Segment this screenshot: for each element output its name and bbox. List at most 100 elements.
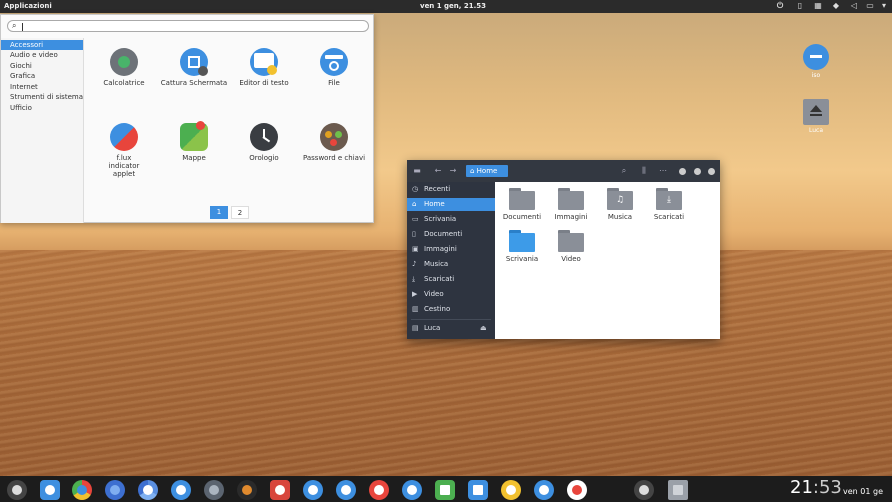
desktop-icon-luca[interactable]: Luca — [796, 99, 836, 134]
file-manager-headerbar: ▬ ← → ⌂ Home ⌕ ⫼ ⋯ — [407, 160, 720, 182]
file-manager-window: ▬ ← → ⌂ Home ⌕ ⫼ ⋯ ◷ Recenti ⌂ Home ▭ Scriv… — [407, 160, 720, 339]
music-icon: ♪ — [412, 260, 417, 268]
battery-icon[interactable]: ▭ — [866, 2, 874, 10]
category-ufficio[interactable]: Ufficio — [1, 103, 83, 113]
dropbox-icon[interactable]: ◆ — [832, 2, 840, 10]
category-grafica[interactable]: Grafica — [1, 71, 83, 81]
volume-icon[interactable]: ◁ — [850, 2, 858, 10]
close-button[interactable] — [708, 168, 715, 175]
notes-icon[interactable] — [501, 480, 521, 500]
disc-icon — [803, 44, 829, 70]
vivaldi-icon[interactable] — [369, 480, 389, 500]
applications-menu: ⌕ Accessori Audio e video Giochi Grafica… — [0, 14, 374, 223]
sidebar-item-musica[interactable]: ♪ Musica — [407, 258, 495, 271]
search-icon[interactable]: ⌕ — [619, 165, 629, 176]
category-strumenti[interactable]: Strumenti di sistema — [1, 92, 83, 102]
category-internet[interactable]: Internet — [1, 82, 83, 92]
sidebar-item-luca[interactable]: ▤ Luca ⏏ — [407, 322, 495, 335]
dock-date: ven 01 ge — [843, 487, 883, 496]
eject-icon[interactable]: ⏏ — [480, 322, 487, 335]
home-icon: ⌂ — [412, 200, 417, 208]
maximize-button[interactable] — [694, 168, 701, 175]
view-toggle-icon[interactable]: ⫼ — [639, 165, 649, 176]
sidebar-item-recenti[interactable]: ◷ Recenti — [407, 183, 495, 196]
folder-icon: ♫ — [607, 188, 633, 210]
back-button[interactable]: ← — [433, 165, 443, 176]
folder-video[interactable]: Video — [546, 230, 596, 263]
video-icon: ▶ — [412, 290, 418, 298]
app-editor-di-testo[interactable]: Editor di testo — [224, 48, 304, 87]
flux-icon — [110, 123, 138, 151]
maps-icon — [180, 121, 208, 151]
sidebar-item-video[interactable]: ▶ Video — [407, 288, 495, 301]
clock-icon[interactable] — [402, 480, 422, 500]
folder-icon — [558, 230, 584, 252]
dropbox-icon[interactable] — [303, 480, 323, 500]
folder-scrivania[interactable]: Scrivania — [497, 230, 547, 263]
folder-documenti[interactable]: Documenti — [497, 188, 547, 221]
app-store-icon[interactable] — [270, 480, 290, 500]
sidebar-item-immagini[interactable]: ▣ Immagini — [407, 243, 495, 256]
sidebar-item-scrivania[interactable]: ▭ Scrivania — [407, 213, 495, 226]
app-flux[interactable]: f.lux indicator applet — [84, 123, 164, 178]
app-calcolatrice[interactable]: Calcolatrice — [84, 48, 164, 87]
panel-clock[interactable]: ven 1 gen, 21.53 — [420, 2, 486, 10]
folder-icon: ⤓ — [656, 188, 682, 210]
sidebar-item-home[interactable]: ⌂ Home — [407, 198, 495, 211]
app-orologio[interactable]: Orologio — [224, 123, 304, 162]
minimize-button[interactable] — [679, 168, 686, 175]
top-panel: Applicazioni ven 1 gen, 21.53 ⏻ ▯ ▦ ◆ ◁ … — [0, 0, 892, 13]
globe-icon[interactable] — [105, 480, 125, 500]
text-editor-icon[interactable] — [336, 480, 356, 500]
desktop-icon-iso[interactable]: iso — [796, 44, 836, 79]
search-input[interactable]: ⌕ — [7, 20, 369, 32]
calendar-icon[interactable]: ▦ — [814, 2, 822, 10]
sheets-icon[interactable] — [435, 480, 455, 500]
power-icon[interactable] — [634, 480, 654, 500]
files-icon[interactable] — [40, 480, 60, 500]
sidebar-separator — [411, 319, 491, 320]
app-file[interactable]: File — [294, 48, 374, 87]
settings-icon[interactable] — [204, 480, 224, 500]
folder-icon[interactable]: ▬ — [412, 165, 422, 176]
sidebar-item-scaricati[interactable]: ⤓ Scaricati — [407, 273, 495, 286]
launcher-icon[interactable] — [7, 480, 27, 500]
app-password-chiavi[interactable]: Password e chiavi — [294, 123, 374, 162]
trash-icon[interactable] — [668, 480, 688, 500]
docs-icon[interactable] — [468, 480, 488, 500]
contacts-icon[interactable] — [534, 480, 554, 500]
wifi-icon[interactable]: ▾ — [880, 2, 888, 10]
category-audio-video[interactable]: Audio e video — [1, 50, 83, 60]
folder-musica[interactable]: ♫ Musica — [595, 188, 645, 221]
chrome-icon[interactable] — [72, 480, 92, 500]
page-button-1[interactable]: 1 — [210, 206, 228, 219]
app-mappe[interactable]: Mappe — [154, 121, 234, 162]
download-icon[interactable] — [171, 480, 191, 500]
download-icon: ⤓ — [412, 275, 416, 283]
sidebar-item-documenti[interactable]: ▯ Documenti — [407, 228, 495, 241]
folder-icon — [509, 230, 535, 252]
desktop-icon: ▭ — [412, 215, 419, 223]
breadcrumb[interactable]: ⌂ Home — [466, 165, 508, 177]
folder-icon — [509, 188, 535, 210]
dock-clock[interactable]: 21:53 — [790, 477, 842, 499]
forward-button[interactable]: → — [448, 165, 458, 176]
search-icon: ⌕ — [12, 21, 17, 30]
category-giochi[interactable]: Giochi — [1, 61, 83, 71]
record-icon[interactable] — [567, 480, 587, 500]
app-cattura-schermata[interactable]: Cattura Schermata — [154, 48, 234, 87]
folder-immagini[interactable]: Immagini — [546, 188, 596, 221]
category-accessori[interactable]: Accessori — [1, 40, 83, 50]
page-button-2[interactable]: 2 — [231, 206, 249, 219]
sidebar-item-cestino[interactable]: ▥ Cestino — [407, 303, 495, 316]
applications-button[interactable]: Applicazioni — [4, 2, 52, 10]
text-cursor — [22, 23, 23, 31]
music-icon[interactable] — [237, 480, 257, 500]
clipboard-icon[interactable]: ▯ — [796, 2, 804, 10]
chromium-icon[interactable] — [138, 480, 158, 500]
calculator-icon — [110, 48, 138, 76]
folder-scaricati[interactable]: ⤓ Scaricati — [644, 188, 694, 221]
menu-icon[interactable]: ⋯ — [658, 165, 668, 176]
power-icon[interactable]: ⏻ — [776, 2, 784, 10]
passwords-icon — [320, 123, 348, 151]
